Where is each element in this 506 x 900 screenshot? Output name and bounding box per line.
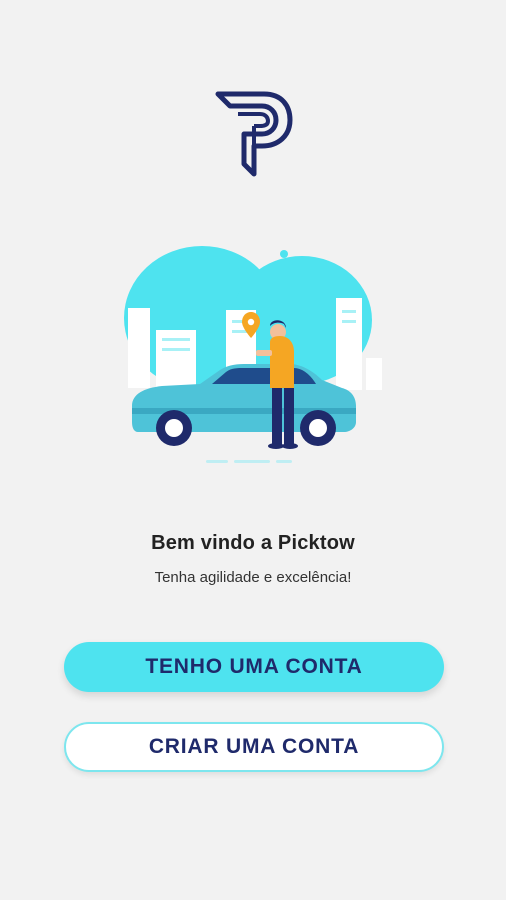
login-button-label: TENHO UMA CONTA [145,655,363,678]
welcome-screen: Bem vindo a Picktow Tenha agilidade e ex… [0,0,506,900]
create-account-button[interactable]: CRIAR UMA CONTA [64,722,444,772]
car-and-person-illustration [124,246,382,463]
welcome-title: Bem vindo a Picktow [151,532,355,554]
create-account-button-label: CRIAR UMA CONTA [148,735,360,758]
login-button[interactable]: TENHO UMA CONTA [64,642,444,692]
picktow-logo-icon [215,91,293,177]
welcome-subtitle: Tenha agilidade e excelência! [154,569,352,586]
